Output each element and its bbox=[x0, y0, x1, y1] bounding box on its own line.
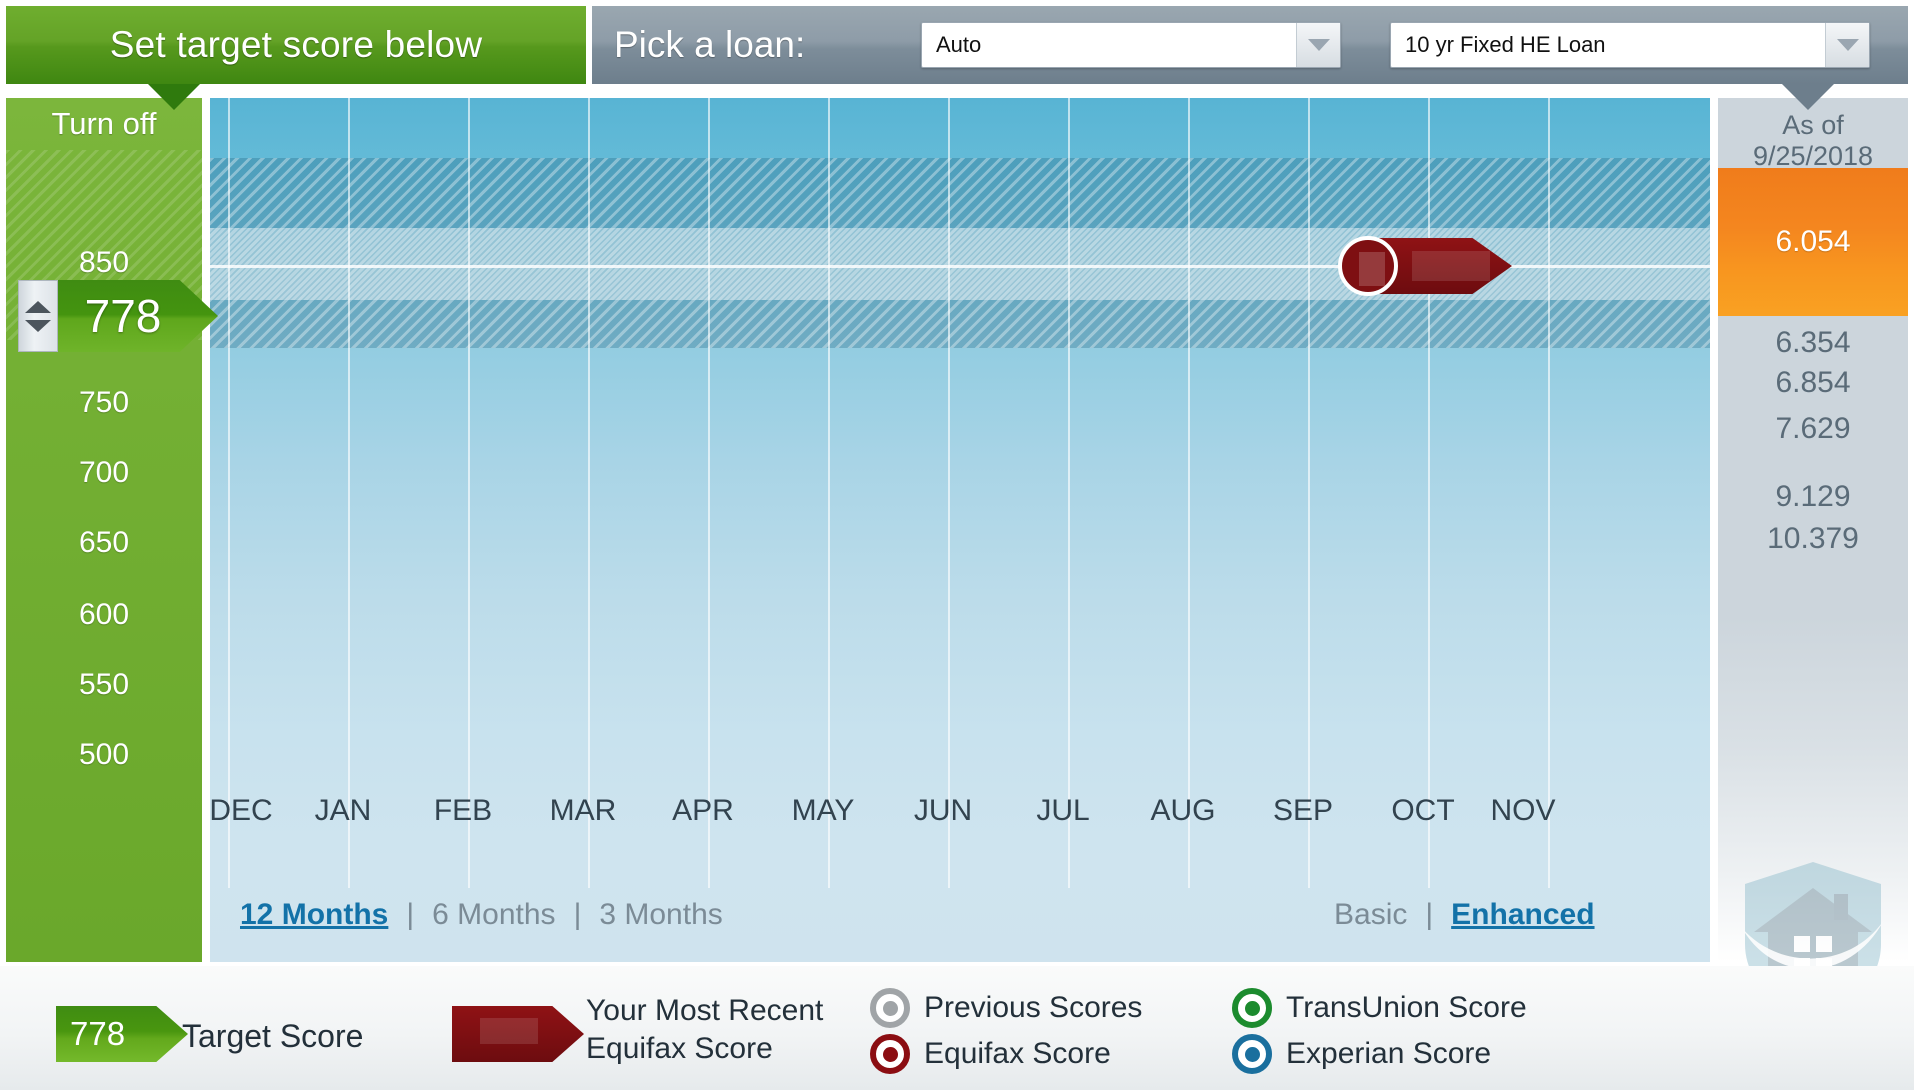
score-tick-550: 550 bbox=[6, 668, 202, 702]
gridline-vertical bbox=[1068, 98, 1070, 888]
month-label-mar: MAR bbox=[528, 794, 638, 828]
range-option-3-months[interactable]: 3 Months bbox=[599, 898, 722, 932]
gridline-vertical bbox=[1548, 98, 1550, 888]
chevron-down-icon bbox=[1308, 39, 1330, 51]
rate-value-7-629: 7.629 bbox=[1718, 412, 1908, 446]
score-tick-600: 600 bbox=[6, 598, 202, 632]
gridline-vertical bbox=[708, 98, 710, 888]
highlighted-rate-value: 6.054 bbox=[1775, 225, 1850, 259]
dot-inner bbox=[883, 1047, 898, 1062]
interest-rates-panel: As of 9/25/2018 6.054 6.354 6.854 7.629 … bbox=[1718, 98, 1908, 962]
control-separator: | bbox=[1425, 898, 1433, 932]
equifax-score-dot-icon bbox=[870, 1034, 910, 1074]
month-label-oct: OCT bbox=[1368, 794, 1478, 828]
gridline-vertical bbox=[1428, 98, 1430, 888]
loan-type-value: Auto bbox=[922, 32, 1296, 58]
month-label-may: MAY bbox=[768, 794, 878, 828]
equifax-score-dot-icon bbox=[1338, 236, 1398, 296]
score-tick-650: 650 bbox=[6, 526, 202, 560]
gridline-vertical bbox=[228, 98, 230, 888]
control-separator: | bbox=[574, 898, 582, 932]
month-label-jan: JAN bbox=[288, 794, 398, 828]
gridline-vertical bbox=[1188, 98, 1190, 888]
month-label-feb: FEB bbox=[408, 794, 518, 828]
score-scale-axis: Turn off 850 750 700 650 600 550 500 bbox=[6, 98, 202, 962]
month-label-sep: SEP bbox=[1248, 794, 1358, 828]
mode-option-enhanced[interactable]: Enhanced bbox=[1451, 898, 1594, 932]
range-option-12-months[interactable]: 12 Months bbox=[240, 898, 388, 932]
score-value-redaction bbox=[1412, 251, 1490, 281]
legend-previous-scores-label: Previous Scores bbox=[924, 991, 1142, 1025]
loan-term-select[interactable]: 10 yr Fixed HE Loan bbox=[1390, 22, 1870, 68]
legend-equifax-scores[interactable]: Equifax Score bbox=[870, 1034, 1111, 1074]
gridline-vertical bbox=[1308, 98, 1310, 888]
legend-experian-scores-label: Experian Score bbox=[1286, 1037, 1491, 1071]
gridline-vertical bbox=[828, 98, 830, 888]
legend-transunion-scores-label: TransUnion Score bbox=[1286, 991, 1527, 1025]
rates-as-of-line1: As of bbox=[1718, 110, 1908, 141]
rates-as-of-heading: As of 9/25/2018 bbox=[1718, 110, 1908, 172]
view-mode-controls[interactable]: Basic | Enhanced bbox=[1334, 898, 1595, 932]
dot-inner bbox=[1245, 1047, 1260, 1062]
month-label-aug: AUG bbox=[1128, 794, 1238, 828]
time-range-controls[interactable]: 12 Months | 6 Months | 3 Months bbox=[240, 898, 723, 932]
chevron-down-icon bbox=[1837, 39, 1859, 51]
credit-score-chart[interactable]: DEC JAN FEB MAR APR MAY JUN JUL AUG SEP … bbox=[210, 98, 1710, 962]
header-bar: Set target score below Pick a loan: Auto… bbox=[0, 0, 1914, 88]
control-separator: | bbox=[406, 898, 414, 932]
loan-term-dropdown-button[interactable] bbox=[1825, 23, 1869, 67]
score-dot-redaction bbox=[1359, 252, 1385, 286]
pick-a-loan-label: Pick a loan: bbox=[614, 24, 805, 66]
mode-option-basic[interactable]: Basic bbox=[1334, 898, 1407, 932]
legend-equifax-scores-label: Equifax Score bbox=[924, 1037, 1111, 1071]
legend-equifax-score-label: Your Most Recent Equifax Score bbox=[586, 992, 823, 1069]
month-label-jun: JUN bbox=[888, 794, 998, 828]
score-tick-750: 750 bbox=[6, 386, 202, 420]
legend-target-score-label: Target Score bbox=[182, 1018, 363, 1055]
gridline-vertical bbox=[468, 98, 470, 888]
transunion-score-dot-icon bbox=[1232, 988, 1272, 1028]
stepper-up-arrow-icon[interactable] bbox=[25, 301, 51, 313]
experian-score-dot-icon bbox=[1232, 1034, 1272, 1074]
target-score-value: 778 bbox=[85, 289, 162, 343]
gridline-vertical bbox=[588, 98, 590, 888]
set-target-score-label: Set target score below bbox=[110, 24, 483, 66]
rate-value-6-854: 6.854 bbox=[1718, 366, 1908, 400]
legend-target-score-value: 778 bbox=[70, 1015, 125, 1053]
legend-equifax-label-line2: Equifax Score bbox=[586, 1030, 823, 1068]
gridline-vertical bbox=[348, 98, 350, 888]
set-target-score-banner: Set target score below bbox=[6, 6, 586, 84]
dot-inner bbox=[1245, 1001, 1260, 1016]
month-label-dec: DEC bbox=[210, 794, 296, 828]
rate-value-10-379: 10.379 bbox=[1718, 522, 1908, 556]
loan-type-dropdown-button[interactable] bbox=[1296, 23, 1340, 67]
loan-term-value: 10 yr Fixed HE Loan bbox=[1391, 32, 1825, 58]
month-label-nov: NOV bbox=[1468, 794, 1578, 828]
score-tick-700: 700 bbox=[6, 456, 202, 490]
legend-transunion-scores[interactable]: TransUnion Score bbox=[1232, 988, 1527, 1028]
rate-value-9-129: 9.129 bbox=[1718, 480, 1908, 514]
highlighted-rate-band: 6.054 bbox=[1718, 168, 1908, 316]
turn-off-label: Turn off bbox=[51, 106, 156, 142]
loan-type-select[interactable]: Auto bbox=[921, 22, 1341, 68]
gridline-vertical bbox=[948, 98, 950, 888]
dot-inner bbox=[883, 1001, 898, 1016]
score-tick-500: 500 bbox=[6, 738, 202, 772]
stepper-down-arrow-icon[interactable] bbox=[25, 320, 51, 332]
legend-equifax-redaction bbox=[480, 1018, 538, 1044]
previous-scores-dot-icon bbox=[870, 988, 910, 1028]
legend-previous-scores[interactable]: Previous Scores bbox=[870, 988, 1142, 1028]
rates-panel-pointer-icon bbox=[1782, 84, 1834, 110]
month-label-jul: JUL bbox=[1008, 794, 1118, 828]
month-label-apr: APR bbox=[648, 794, 758, 828]
target-banner-pointer-icon bbox=[148, 84, 200, 110]
range-option-6-months[interactable]: 6 Months bbox=[432, 898, 555, 932]
legend-experian-scores[interactable]: Experian Score bbox=[1232, 1034, 1491, 1074]
legend-equifax-label-line1: Your Most Recent bbox=[586, 992, 823, 1030]
score-tick-850: 850 bbox=[6, 246, 202, 280]
target-score-stepper[interactable] bbox=[18, 280, 58, 352]
rate-value-6-354: 6.354 bbox=[1718, 326, 1908, 360]
